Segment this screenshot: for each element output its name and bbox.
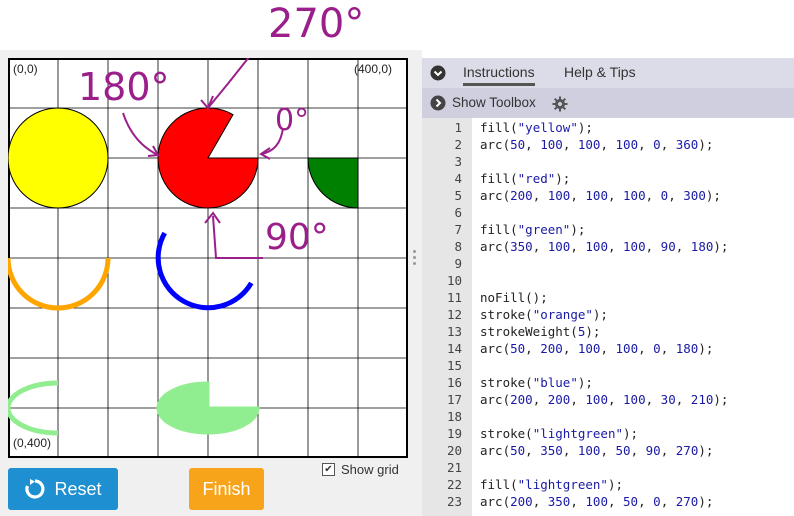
code-line[interactable]: fill("yellow"); (480, 119, 593, 136)
line-number: 17 (446, 392, 462, 407)
line-number: 16 (446, 375, 462, 390)
code-line[interactable]: arc(200, 200, 100, 100, 30, 210); (480, 391, 728, 408)
line-number: 2 (454, 137, 462, 152)
line-number: 3 (454, 154, 462, 169)
line-number: 14 (446, 341, 462, 356)
red-arc (157, 107, 259, 209)
chevron-down-icon[interactable] (430, 65, 446, 81)
line-number: 11 (446, 290, 462, 305)
green-arc (307, 157, 359, 209)
annotation-270: 270° (268, 1, 365, 47)
annotation-180: 180° (78, 65, 170, 109)
line-number: 6 (454, 205, 462, 220)
code-line[interactable]: strokeWeight(5); (480, 323, 600, 340)
line-number: 21 (446, 460, 462, 475)
annotation-90: 90° (265, 217, 329, 258)
code-line[interactable]: fill("lightgreen"); (480, 476, 623, 493)
code-line[interactable]: arc(50, 100, 100, 100, 0, 360); (480, 136, 713, 153)
drawing-canvas[interactable] (8, 58, 408, 458)
label-bottom-left: (0,400) (13, 436, 52, 450)
line-number: 22 (446, 477, 462, 492)
chevron-right-icon[interactable] (430, 95, 446, 111)
code-line[interactable]: arc(200, 350, 100, 50, 0, 270); (480, 493, 713, 510)
reset-button[interactable]: Reset (8, 468, 118, 510)
line-number: 10 (446, 273, 462, 288)
line-number: 19 (446, 426, 462, 441)
finish-button[interactable]: Finish (189, 468, 264, 510)
line-number: 1 (454, 120, 462, 135)
arrow-270 (207, 58, 250, 109)
line-number: 4 (454, 171, 462, 186)
checkbox-checked-icon[interactable]: ✔ (322, 463, 335, 476)
splitter-dot (413, 262, 416, 265)
tab-instructions[interactable]: Instructions (463, 64, 535, 86)
splitter-dot (413, 256, 416, 259)
arrowhead-270 (200, 95, 214, 110)
splitter-dot (413, 250, 416, 253)
show-grid-label: Show grid (341, 462, 399, 477)
code-line[interactable]: arc(50, 200, 100, 100, 0, 180); (480, 340, 713, 357)
top-whitespace (0, 0, 794, 50)
code-line[interactable]: arc(200, 100, 100, 100, 0, 300); (480, 187, 721, 204)
annotation-0: 0° (275, 103, 310, 138)
label-top-left: (0,0) (13, 62, 38, 76)
show-toolbox-button[interactable]: Show Toolbox (452, 95, 536, 110)
code-line[interactable]: stroke("blue"); (480, 374, 593, 391)
code-line[interactable]: noFill(); (480, 289, 548, 306)
reset-icon (25, 479, 45, 499)
line-number: 5 (454, 188, 462, 203)
yellow-circle (8, 107, 109, 209)
line-number: 20 (446, 443, 462, 458)
code-line[interactable]: fill("red"); (480, 170, 570, 187)
line-number: 8 (454, 239, 462, 254)
line-number: 12 (446, 307, 462, 322)
gear-icon[interactable] (552, 96, 568, 112)
line-number: 23 (446, 494, 462, 509)
blue-arc (155, 231, 254, 311)
code-line[interactable]: arc(350, 100, 100, 100, 90, 180); (480, 238, 728, 255)
line-number: 13 (446, 324, 462, 339)
pane-splitter[interactable] (408, 50, 422, 516)
code-line[interactable]: stroke("lightgreen"); (480, 425, 638, 442)
code-line[interactable]: fill("green"); (480, 221, 585, 238)
line-number: 9 (454, 256, 462, 271)
code-line[interactable]: arc(50, 350, 100, 50, 90, 270); (480, 442, 713, 459)
code-line[interactable]: stroke("orange"); (480, 306, 608, 323)
line-number: 18 (446, 409, 462, 424)
label-top-right: (400,0) (354, 62, 393, 76)
line-number: 15 (446, 358, 462, 373)
tab-help-tips[interactable]: Help & Tips (564, 64, 636, 80)
arrow-180 (122, 112, 159, 156)
line-number: 7 (454, 222, 462, 237)
reset-label: Reset (54, 478, 102, 499)
lightgreen-filled-arc (156, 381, 260, 435)
finish-label: Finish (202, 478, 251, 499)
show-grid-toggle[interactable]: ✔ Show grid (322, 462, 399, 477)
